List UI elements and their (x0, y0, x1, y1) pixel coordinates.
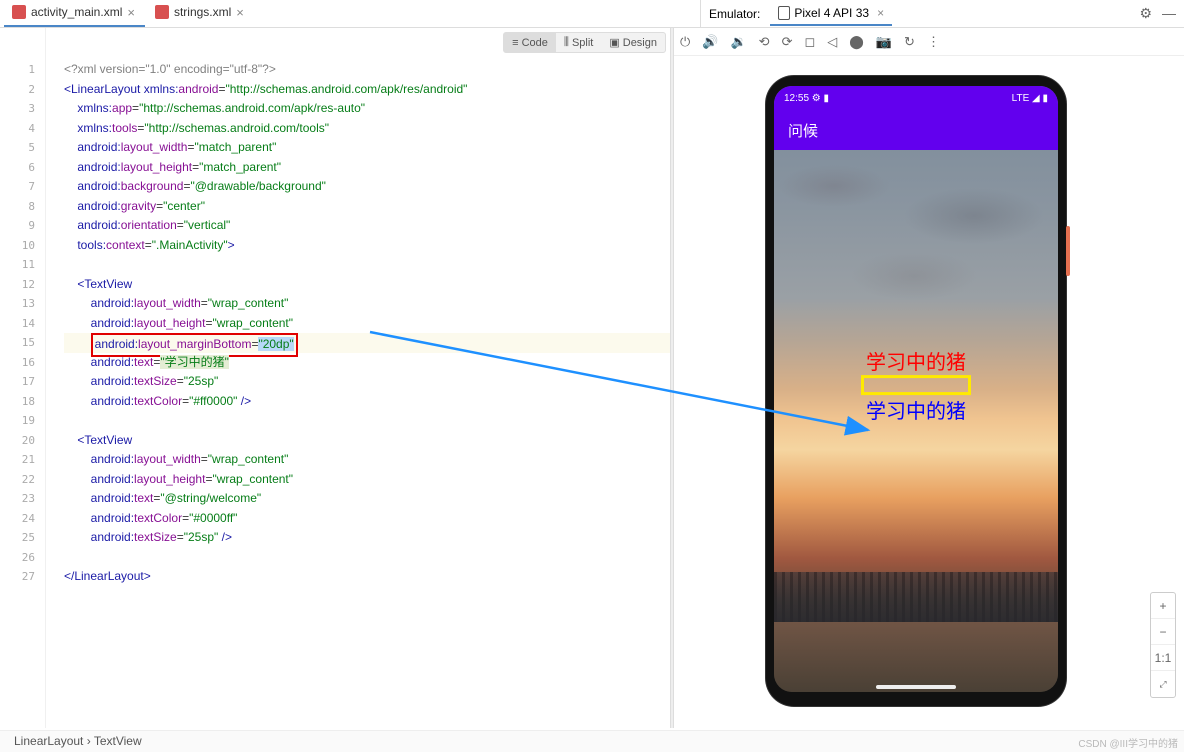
zoom-out-button[interactable]: − (1151, 619, 1175, 645)
tab-strings[interactable]: strings.xml × (147, 1, 254, 27)
xml-file-icon (155, 5, 169, 19)
watermark: CSDN @III学习中的猪 (1078, 735, 1178, 750)
viewmode-split[interactable]: ⫼ Split (556, 33, 601, 52)
home-icon[interactable]: ⬤ (849, 34, 864, 50)
device-screen[interactable]: 12:55 ⚙ ▮ LTE ◢ ▮ 问候 学习中的猪 学习中的猪 (774, 86, 1058, 692)
editor-pane: ▲ 2 ˆ ˇ ≡ Code ⫼ Split ▣ Design 1 2 3 4 … (0, 28, 670, 728)
view-mode-toggle: ≡ Code ⫼ Split ▣ Design (503, 32, 666, 53)
gesture-bar (876, 685, 956, 689)
viewmode-design[interactable]: ▣ Design (601, 33, 665, 52)
camera-icon[interactable]: 📷 (876, 34, 892, 50)
tab-label: activity_main.xml (31, 5, 122, 19)
textview-red: 学习中的猪 (861, 346, 971, 375)
content-center: 学习中的猪 学习中的猪 (861, 346, 971, 424)
volume-down-icon[interactable]: 🔉 (730, 34, 746, 50)
more-icon[interactable]: ⋮ (927, 34, 940, 50)
editor-tabs: activity_main.xml × strings.xml × (0, 0, 700, 27)
close-icon[interactable]: × (127, 5, 135, 20)
close-icon[interactable]: × (873, 6, 884, 20)
tab-label: strings.xml (174, 5, 231, 19)
viewmode-code[interactable]: ≡ Code (504, 33, 556, 52)
rotate-right-icon[interactable]: ⟳ (782, 34, 793, 50)
device-frame: 12:55 ⚙ ▮ LTE ◢ ▮ 问候 学习中的猪 学习中的猪 (766, 76, 1066, 706)
zoom-actual-button[interactable]: 1:1 (1151, 645, 1175, 671)
gear-icon[interactable]: ⚙ (1139, 5, 1152, 22)
zoom-in-button[interactable]: + (1151, 593, 1175, 619)
gutter: 1 2 3 4 5 6 7 8 9 10 11 12 13 14 15 16 1… (0, 28, 46, 728)
textview-blue: 学习中的猪 (861, 395, 971, 424)
zoom-fit-button[interactable]: ⤢ (1151, 671, 1175, 697)
top-row: activity_main.xml × strings.xml × Emulat… (0, 0, 1184, 28)
rotate-left-icon[interactable]: ⟲ (759, 34, 770, 50)
main-area: ▲ 2 ˆ ˇ ≡ Code ⫼ Split ▣ Design 1 2 3 4 … (0, 28, 1184, 728)
screenshot-icon[interactable]: ◻ (804, 34, 815, 50)
volume-up-icon[interactable]: 🔊 (702, 34, 718, 50)
emulator-toolbar: ⏻ 🔊 🔉 ⟲ ⟳ ◻ ◁ ⬤ 📷 ↻ ⋮ (674, 28, 1184, 56)
emulator-pane: ⏻ 🔊 🔉 ⟲ ⟳ ◻ ◁ ⬤ 📷 ↻ ⋮ 12:55 ⚙ ▮ LTE ◢ ▮ (674, 28, 1184, 728)
phone-icon (778, 6, 790, 20)
zoom-controls: + − 1:1 ⤢ (1150, 592, 1176, 698)
emulator-header: Emulator: Pixel 4 API 33 × ⚙ — (700, 0, 1184, 27)
power-icon[interactable]: ⏻ (680, 34, 690, 50)
minimize-icon[interactable]: — (1162, 5, 1176, 22)
android-statusbar: 12:55 ⚙ ▮ LTE ◢ ▮ (774, 86, 1058, 110)
close-icon[interactable]: × (236, 5, 244, 20)
window-controls: ⚙ — (1139, 5, 1176, 22)
snapshot-icon[interactable]: ↻ (904, 34, 915, 50)
emulator-device-tab[interactable]: Pixel 4 API 33 × (770, 2, 892, 26)
back-icon[interactable]: ◁ (827, 34, 837, 50)
tab-activity-main[interactable]: activity_main.xml × (4, 1, 145, 27)
power-button (1066, 226, 1070, 276)
xml-file-icon (12, 5, 26, 19)
margin-highlight (861, 375, 971, 395)
emulator-label: Emulator: (709, 7, 760, 21)
emulator-device-name: Pixel 4 API 33 (794, 6, 869, 20)
code-editor[interactable]: <?xml version="1.0" encoding="utf-8"?> <… (46, 28, 670, 728)
breadcrumb[interactable]: LinearLayout › TextView (0, 730, 1184, 752)
